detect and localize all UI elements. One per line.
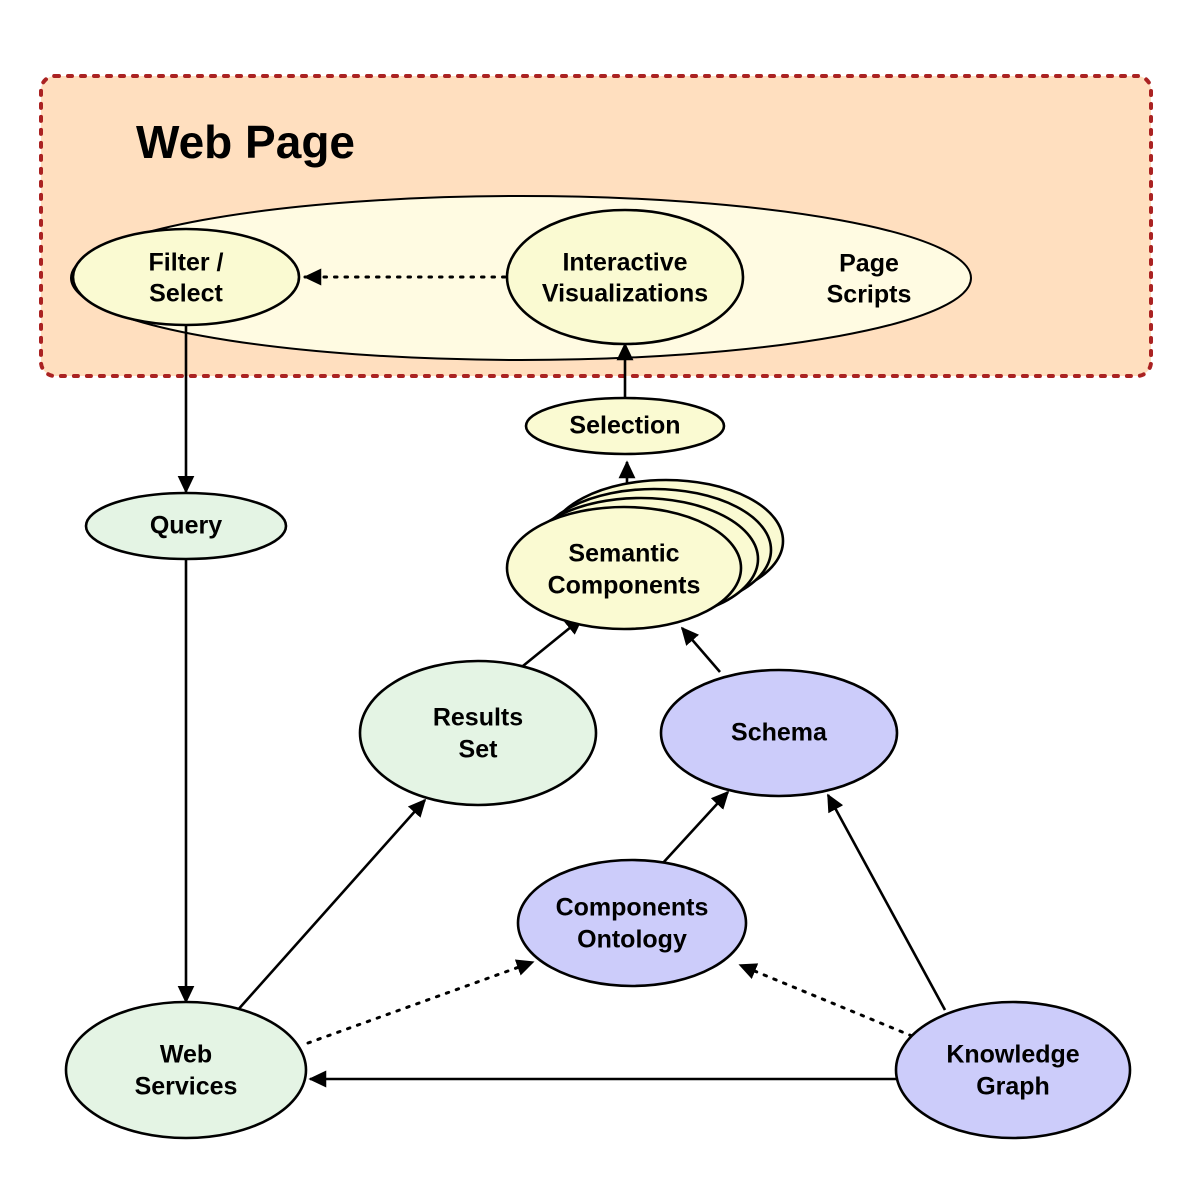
results-set-label-line1: Results: [433, 704, 523, 732]
node-web-services[interactable]: Web Services: [64, 1000, 308, 1140]
node-query[interactable]: Query: [84, 491, 288, 561]
edge-knowledge-graph-to-components-ontology: [738, 963, 914, 1038]
results-set-label-line2: Set: [459, 736, 499, 764]
knowledge-graph-label-line1: Knowledge: [946, 1041, 1079, 1069]
components-ontology-label-line2: Ontology: [577, 926, 687, 954]
selection-label: Selection: [569, 412, 680, 440]
schema-label: Schema: [731, 719, 828, 747]
web-services-label-line2: Services: [135, 1073, 238, 1101]
filter-select-label-line2: Select: [149, 280, 223, 308]
interactive-visualizations-label-line1: Interactive: [562, 249, 687, 277]
node-filter-select[interactable]: Filter / Select: [71, 227, 301, 327]
interactive-visualizations-label-line2: Visualizations: [542, 280, 708, 308]
edge-schema-to-semantic-components: [680, 626, 721, 673]
components-ontology-label-line1: Components: [556, 894, 709, 922]
node-interactive-visualizations[interactable]: Interactive Visualizations: [505, 208, 745, 346]
node-results-set[interactable]: Results Set: [358, 659, 598, 807]
diagram-canvas: Web Page Page Scripts Filter / Select In…: [0, 0, 1200, 1200]
edge-web-services-to-components-ontology: [306, 959, 535, 1045]
page-scripts-label-line2: Scripts: [827, 281, 912, 309]
web-services-label-line1: Web: [160, 1041, 212, 1069]
semantic-components-label-line2: Components: [548, 572, 701, 600]
node-selection[interactable]: Selection: [524, 396, 726, 456]
edge-results-set-to-semantic-components: [517, 616, 584, 672]
edge-web-services-to-results-set: [235, 798, 427, 1013]
knowledge-graph-ellipse: [894, 1000, 1132, 1140]
edge-knowledge-graph-to-schema: [826, 793, 947, 1011]
filter-select-ellipse: [71, 227, 301, 327]
node-knowledge-graph[interactable]: Knowledge Graph: [894, 1000, 1132, 1140]
semantic-components-label-line1: Semantic: [568, 540, 679, 568]
query-label: Query: [150, 512, 222, 540]
web-services-ellipse: [64, 1000, 308, 1140]
page-scripts-label-line1: Page: [839, 250, 899, 278]
node-semantic-components[interactable]: Semantic Components: [505, 478, 785, 631]
node-components-ontology[interactable]: Components Ontology: [516, 858, 748, 988]
architecture-diagram: Web Page Page Scripts Filter / Select In…: [39, 74, 1153, 1140]
knowledge-graph-label-line2: Graph: [976, 1073, 1050, 1101]
node-schema[interactable]: Schema: [659, 668, 899, 798]
semantic-components-ellipse-front: [505, 505, 743, 631]
filter-select-label-line1: Filter /: [148, 249, 223, 277]
results-set-ellipse: [358, 659, 598, 807]
web-page-title: Web Page: [136, 116, 355, 168]
components-ontology-ellipse: [516, 858, 748, 988]
interactive-visualizations-ellipse: [505, 208, 745, 346]
